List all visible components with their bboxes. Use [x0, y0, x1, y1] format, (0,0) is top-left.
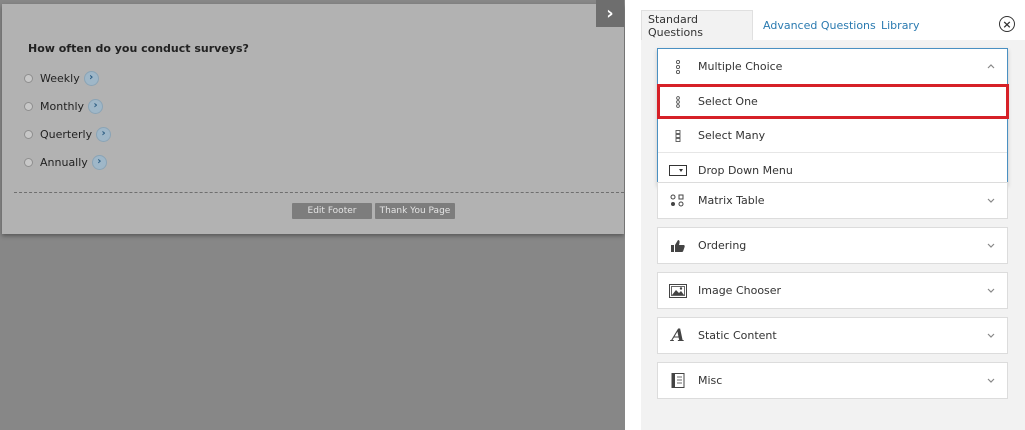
- option-label: Monthly: [40, 99, 85, 113]
- close-circle-icon[interactable]: ×: [999, 16, 1015, 32]
- radio-list-icon: [668, 59, 688, 74]
- tab-advanced-questions[interactable]: Advanced Questions: [757, 10, 882, 40]
- chevron-down-icon: [981, 376, 1001, 386]
- chevron-up-icon: [981, 62, 1001, 72]
- tab-library[interactable]: Library: [875, 10, 925, 40]
- answer-option[interactable]: Weekly ›: [24, 70, 99, 86]
- panel-body: Standard Questions Advanced Questions Li…: [641, 10, 1025, 430]
- thank-you-page-button[interactable]: Thank You Page: [375, 203, 455, 219]
- answer-option[interactable]: Querterly ›: [24, 126, 112, 142]
- thumbs-up-icon: [668, 239, 688, 253]
- answer-option[interactable]: Annually ›: [24, 154, 107, 170]
- chevron-down-icon: [981, 331, 1001, 341]
- notebook-icon: [668, 373, 688, 388]
- dropdown-icon: [668, 164, 688, 176]
- question-title[interactable]: How often do you conduct surveys?: [28, 42, 249, 55]
- option-arrow-icon[interactable]: ›: [96, 126, 112, 142]
- radio-list-icon: [668, 95, 688, 108]
- option-label: Weekly: [40, 71, 80, 85]
- question-type-select-many[interactable]: Select Many: [658, 119, 1007, 153]
- chevron-down-icon: [981, 286, 1001, 296]
- category-static-content[interactable]: A Static Content: [657, 317, 1008, 354]
- category-label: Image Chooser: [698, 284, 782, 297]
- option-arrow-icon[interactable]: ›: [88, 98, 104, 114]
- category-matrix-table[interactable]: Matrix Table: [657, 182, 1008, 219]
- category-ordering[interactable]: Ordering: [657, 227, 1008, 264]
- edit-footer-button[interactable]: Edit Footer: [292, 203, 372, 219]
- radio-button[interactable]: [24, 101, 33, 111]
- option-label: Querterly: [40, 127, 93, 141]
- radio-button[interactable]: [24, 129, 33, 139]
- multiple-choice-group: Multiple Choice Select One Select Many D…: [657, 48, 1008, 185]
- survey-page-card: How often do you conduct surveys? Weekly…: [2, 4, 624, 234]
- text-a-icon: A: [671, 325, 685, 346]
- answer-option[interactable]: Monthly ›: [24, 98, 104, 114]
- tab-standard-questions[interactable]: Standard Questions: [641, 10, 753, 40]
- matrix-icon: [668, 194, 688, 208]
- radio-button[interactable]: [24, 73, 33, 83]
- checkbox-list-icon: [668, 129, 688, 142]
- question-type-label: Drop Down Menu: [698, 163, 793, 177]
- option-arrow-icon[interactable]: ›: [83, 70, 99, 86]
- question-types-panel: Standard Questions Advanced Questions Li…: [625, 0, 1025, 430]
- chevron-down-icon: [981, 241, 1001, 251]
- category-label: Multiple Choice: [698, 60, 783, 73]
- option-label: Annually: [40, 155, 88, 169]
- question-type-label: Select One: [698, 95, 758, 108]
- radio-button[interactable]: [24, 157, 33, 167]
- multiple-choice-header[interactable]: Multiple Choice: [658, 49, 1007, 85]
- category-label: Ordering: [698, 239, 747, 252]
- chevron-right-icon[interactable]: ›: [596, 0, 624, 27]
- category-image-chooser[interactable]: Image Chooser: [657, 272, 1008, 309]
- chevron-down-icon: [981, 196, 1001, 206]
- image-icon: [668, 283, 688, 298]
- question-type-select-one[interactable]: Select One: [658, 85, 1007, 119]
- category-label: Static Content: [698, 329, 777, 342]
- category-label: Matrix Table: [698, 194, 765, 207]
- question-type-label: Select Many: [698, 129, 766, 142]
- tab-bar: Standard Questions Advanced Questions Li…: [641, 10, 1025, 40]
- page-break-divider: [14, 192, 624, 193]
- category-label: Misc: [698, 374, 723, 387]
- option-arrow-icon[interactable]: ›: [91, 154, 107, 170]
- category-misc[interactable]: Misc: [657, 362, 1008, 399]
